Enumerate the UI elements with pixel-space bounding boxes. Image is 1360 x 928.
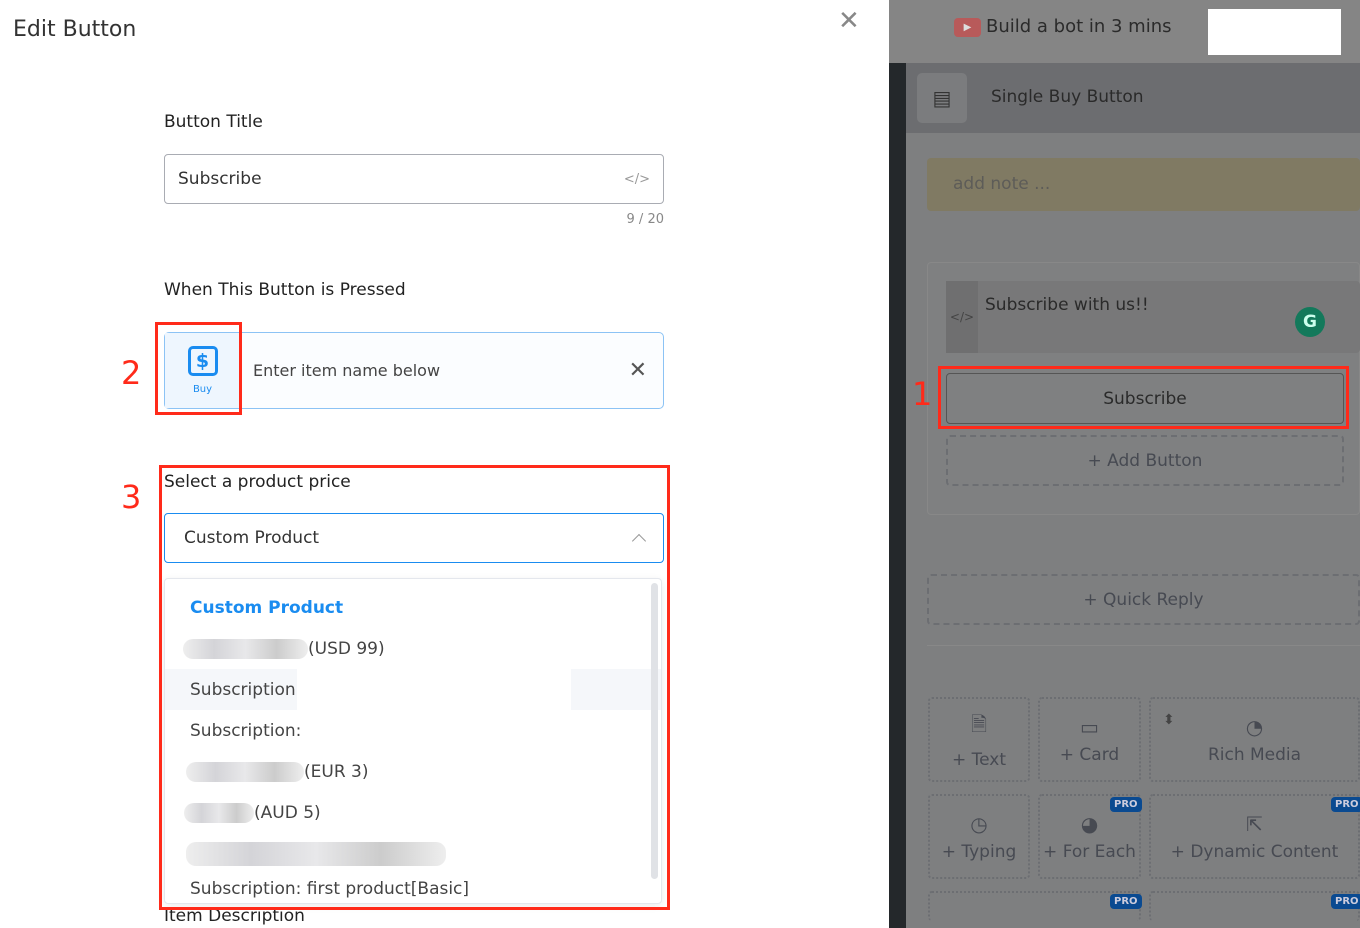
dynamic-content-tile[interactable]: ⇱ + Dynamic Content bbox=[1149, 794, 1360, 879]
char-counter: 9 / 20 bbox=[626, 212, 664, 227]
sort-icon[interactable]: ⬍ bbox=[1163, 712, 1175, 728]
add-card-tile[interactable]: ▭ + Card bbox=[1038, 697, 1141, 782]
panel-title: Edit Button bbox=[13, 17, 137, 42]
message-icon: ▤ bbox=[917, 73, 967, 123]
card-stack-icon: ▭ bbox=[1080, 714, 1099, 739]
grammarly-icon[interactable]: G bbox=[1295, 307, 1325, 337]
pressed-label: When This Button is Pressed bbox=[164, 280, 406, 300]
button-title-label: Button Title bbox=[164, 112, 263, 132]
quick-reply-button[interactable]: + Quick Reply bbox=[927, 574, 1360, 625]
annotation-box-3 bbox=[159, 465, 670, 910]
youtube-icon: ▶ bbox=[954, 18, 981, 37]
add-text-tile[interactable]: 🗎 + Text bbox=[928, 697, 1030, 782]
clock-icon: ◷ bbox=[970, 811, 988, 836]
code-icon[interactable]: </> bbox=[624, 172, 650, 187]
button-title-value: Subscribe bbox=[178, 169, 262, 189]
builder-sidebar bbox=[889, 63, 906, 928]
partial-tile[interactable] bbox=[928, 891, 1141, 921]
message-text[interactable]: Subscribe with us!! bbox=[985, 295, 1149, 315]
annotation-box-1 bbox=[938, 366, 1349, 429]
document-icon: 🗎 bbox=[970, 711, 988, 736]
partial-tile[interactable] bbox=[1149, 891, 1360, 921]
rich-media-tile[interactable]: ◔ Rich Media bbox=[1149, 697, 1360, 782]
pro-badge: PRO bbox=[1110, 894, 1142, 909]
button-title-input[interactable]: Subscribe </> bbox=[164, 154, 664, 204]
video-link[interactable]: Build a bot in 3 mins bbox=[986, 16, 1172, 37]
annotation-1: 1 bbox=[912, 375, 933, 413]
pro-badge: PRO bbox=[1331, 797, 1360, 812]
redacted-account bbox=[1208, 9, 1341, 55]
code-icon[interactable]: </> bbox=[946, 281, 978, 353]
annotation-3: 3 bbox=[121, 478, 142, 516]
card-title[interactable]: Single Buy Button bbox=[991, 87, 1144, 107]
annotation-box-2 bbox=[155, 322, 242, 415]
external-link-icon: ⇱ bbox=[1246, 811, 1263, 836]
add-typing-tile[interactable]: ◷ + Typing bbox=[928, 794, 1030, 879]
pie-icon: ◕ bbox=[1080, 811, 1099, 836]
item-name-hint: Enter item name below bbox=[253, 361, 441, 380]
divider bbox=[927, 645, 1360, 646]
image-icon: ◔ bbox=[1245, 714, 1264, 739]
add-button[interactable]: + Add Button bbox=[946, 435, 1344, 486]
remove-action-icon[interactable]: ✕ bbox=[629, 358, 647, 383]
note-input[interactable]: add note ... bbox=[927, 158, 1360, 211]
pro-badge: PRO bbox=[1110, 797, 1142, 812]
close-icon[interactable]: ✕ bbox=[838, 6, 860, 36]
pro-badge: PRO bbox=[1331, 894, 1360, 909]
annotation-2: 2 bbox=[121, 354, 142, 392]
